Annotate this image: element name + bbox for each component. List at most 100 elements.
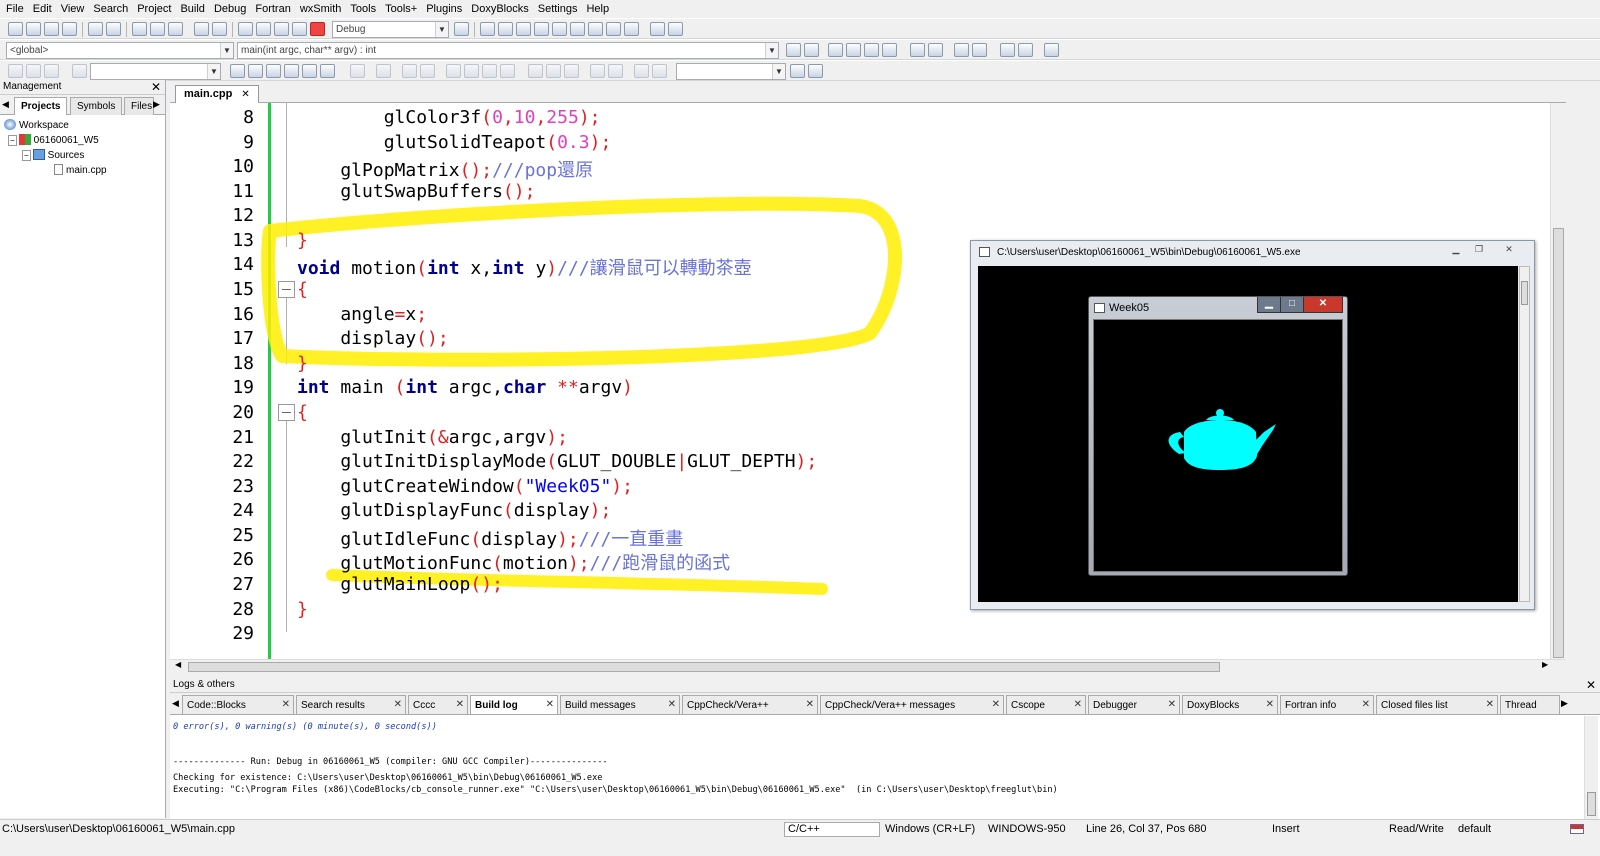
next-instruction-icon[interactable] bbox=[570, 22, 585, 36]
tab-debugger[interactable]: Debugger ✕ bbox=[1088, 695, 1180, 714]
step-into-icon[interactable] bbox=[534, 22, 549, 36]
tab-scroll-left-icon[interactable]: ◀ bbox=[172, 698, 179, 709]
close-icon[interactable]: ✕ bbox=[456, 699, 464, 710]
scroll-right-icon[interactable]: ▶ bbox=[1542, 660, 1548, 669]
search-combo[interactable]: ▼ bbox=[90, 63, 221, 80]
menu-build[interactable]: Build bbox=[177, 3, 210, 15]
tab-symbols[interactable]: Symbols bbox=[70, 97, 123, 115]
line-comment-icon[interactable] bbox=[972, 43, 987, 57]
close-icon[interactable]: ✕ bbox=[1168, 699, 1176, 710]
doxy-html-icon[interactable] bbox=[1000, 43, 1015, 57]
tree-project[interactable]: − 06160061_W5 bbox=[8, 134, 99, 146]
menu-file[interactable]: File bbox=[3, 3, 30, 15]
tab-scroll-right-icon[interactable]: ▶ bbox=[1561, 698, 1568, 709]
glut-canvas[interactable] bbox=[1093, 319, 1343, 572]
console-scrollbar[interactable] bbox=[1519, 266, 1530, 602]
menu-help[interactable]: Help bbox=[583, 3, 615, 15]
search-box-icon[interactable] bbox=[72, 64, 87, 78]
doxy-help-icon[interactable] bbox=[1018, 43, 1033, 57]
arrow-left-icon[interactable] bbox=[230, 64, 245, 78]
tab-cscope[interactable]: Cscope ✕ bbox=[1006, 695, 1086, 714]
scroll-thumb[interactable] bbox=[1553, 228, 1564, 658]
tree-folder[interactable]: − Sources bbox=[22, 149, 84, 161]
doxy-run-icon[interactable] bbox=[928, 43, 943, 57]
nav-back-icon[interactable] bbox=[8, 64, 23, 78]
close-icon[interactable]: ✕ bbox=[546, 699, 554, 710]
run-icon[interactable] bbox=[256, 22, 271, 36]
c-icon[interactable] bbox=[652, 64, 667, 78]
target-dialog-icon[interactable] bbox=[454, 22, 469, 36]
close-icon[interactable]: ✕ bbox=[1497, 243, 1521, 257]
box-icon[interactable] bbox=[376, 64, 391, 78]
menu-plugins[interactable]: Plugins bbox=[423, 3, 468, 15]
tab-fortran-info[interactable]: Fortran info ✕ bbox=[1280, 695, 1374, 714]
close-icon[interactable]: ✕ bbox=[1586, 678, 1596, 692]
menu-debug[interactable]: Debug bbox=[211, 3, 252, 15]
tab-main-cpp[interactable]: main.cpp ✕ bbox=[175, 85, 259, 103]
menu-settings[interactable]: Settings bbox=[535, 3, 584, 15]
close-icon[interactable]: ✕ bbox=[1486, 699, 1494, 710]
align-2-icon[interactable] bbox=[546, 64, 561, 78]
jump-back-icon[interactable] bbox=[786, 43, 801, 57]
menu-fortran[interactable]: Fortran bbox=[252, 3, 296, 15]
select-text-icon[interactable] bbox=[284, 64, 299, 78]
tab-projects[interactable]: Projects bbox=[14, 97, 68, 115]
close-icon[interactable]: ✕ bbox=[806, 699, 814, 710]
tab-files[interactable]: Files bbox=[124, 97, 154, 115]
scroll-thumb[interactable] bbox=[1587, 792, 1596, 816]
build-target-select[interactable]: Debug ▼ bbox=[332, 21, 449, 38]
collapse-icon[interactable]: − bbox=[22, 150, 31, 161]
tab-scroll-right-icon[interactable]: ▶ bbox=[153, 99, 160, 110]
build-run-icon[interactable] bbox=[274, 22, 289, 36]
find-icon[interactable] bbox=[194, 22, 209, 36]
find-combo[interactable]: ▼ bbox=[676, 63, 786, 80]
menu-edit[interactable]: Edit bbox=[30, 3, 58, 15]
find-options-icon[interactable] bbox=[808, 64, 823, 78]
step-out-icon[interactable] bbox=[552, 22, 567, 36]
new-file-icon[interactable] bbox=[8, 22, 23, 36]
close-icon[interactable]: ✕ bbox=[668, 699, 676, 710]
copy-icon[interactable] bbox=[150, 22, 165, 36]
bookmark-clear-icon[interactable] bbox=[882, 43, 897, 57]
editor-horizontal-scrollbar[interactable]: ◀ ▶ bbox=[170, 659, 1566, 674]
menu-doxyblocks[interactable]: DoxyBlocks bbox=[468, 3, 534, 15]
scroll-left-icon[interactable]: ◀ bbox=[175, 660, 181, 669]
build-icon[interactable] bbox=[238, 22, 253, 36]
menu-project[interactable]: Project bbox=[134, 3, 177, 15]
match-case-icon[interactable] bbox=[320, 64, 335, 78]
editor-vertical-scrollbar[interactable] bbox=[1550, 103, 1566, 659]
save-icon[interactable] bbox=[44, 22, 59, 36]
tab-doxyblocks[interactable]: DoxyBlocks ✕ bbox=[1182, 695, 1278, 714]
open-icon[interactable] bbox=[26, 22, 41, 36]
save-all-icon[interactable] bbox=[62, 22, 77, 36]
collapse-icon[interactable]: − bbox=[8, 135, 17, 146]
pointer-icon[interactable] bbox=[350, 64, 365, 78]
zoom-out-icon[interactable] bbox=[608, 64, 623, 78]
doxy-extract-icon[interactable] bbox=[910, 43, 925, 57]
undo-icon[interactable] bbox=[88, 22, 103, 36]
tab-closed-files[interactable]: Closed files list ✕ bbox=[1376, 695, 1498, 714]
various-info-icon[interactable] bbox=[668, 22, 683, 36]
close-icon[interactable]: ✕ bbox=[1266, 699, 1274, 710]
redo-icon[interactable] bbox=[106, 22, 121, 36]
layout-2-icon[interactable] bbox=[464, 64, 479, 78]
close-icon[interactable]: ✕ bbox=[394, 699, 402, 710]
close-icon[interactable]: ✕ bbox=[241, 89, 249, 100]
nav-dot-icon[interactable] bbox=[26, 64, 41, 78]
menu-tools-plus[interactable]: Tools+ bbox=[382, 3, 423, 15]
bookmark-prev-icon[interactable] bbox=[846, 43, 861, 57]
tab-cccc[interactable]: Cccc ✕ bbox=[408, 695, 468, 714]
menu-search[interactable]: Search bbox=[90, 3, 134, 15]
tree-workspace[interactable]: Workspace bbox=[4, 119, 69, 131]
panel-icon[interactable] bbox=[402, 64, 417, 78]
highlight-icon[interactable] bbox=[266, 64, 281, 78]
regex-icon[interactable] bbox=[302, 64, 317, 78]
bookmark-next-icon[interactable] bbox=[864, 43, 879, 57]
menu-tools[interactable]: Tools bbox=[347, 3, 382, 15]
paste-icon[interactable] bbox=[168, 22, 183, 36]
tab-build-messages[interactable]: Build messages ✕ bbox=[560, 695, 680, 714]
rebuild-icon[interactable] bbox=[292, 22, 307, 36]
tab-search-results[interactable]: Search results ✕ bbox=[296, 695, 406, 714]
tree-file[interactable]: main.cpp bbox=[54, 164, 107, 176]
zoom-in-icon[interactable] bbox=[590, 64, 605, 78]
